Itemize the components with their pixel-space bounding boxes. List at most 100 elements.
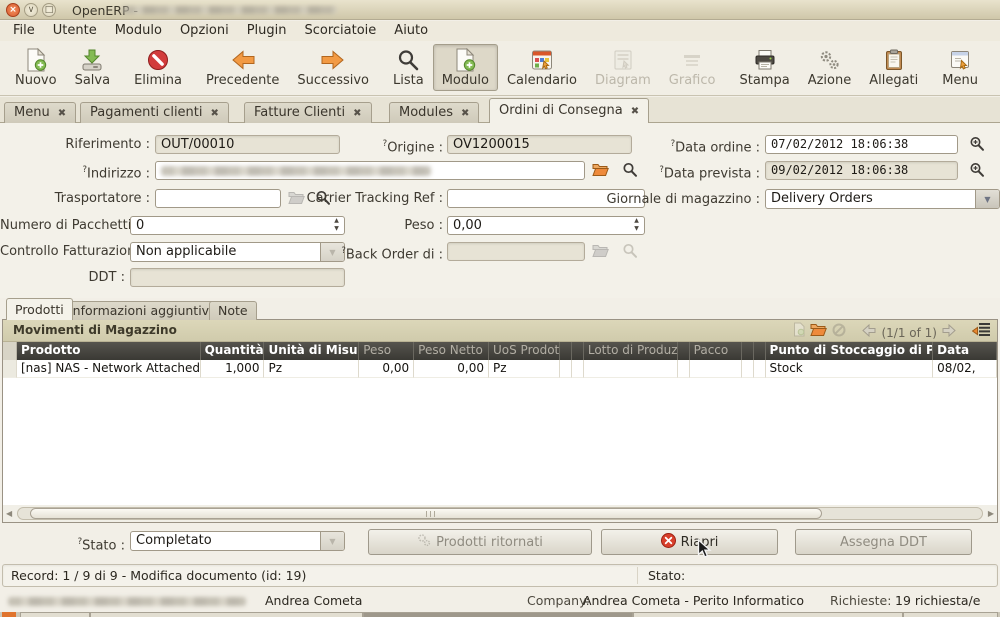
taskbar-window-button[interactable] [633,612,903,617]
scrollbar-trough[interactable] [17,507,983,520]
column-header-unita[interactable]: Unità di Misura [264,342,359,360]
column-header-peso-netto[interactable]: Peso Netto [414,342,489,360]
zoom-plus-icon[interactable] [969,162,985,182]
tab-close-icon[interactable]: ✖ [631,106,639,117]
window-close-icon[interactable]: × [6,3,20,17]
column-header-lotto[interactable]: Lotto di Produzione [584,342,678,360]
toolbar-button-calendario[interactable]: Calendario [498,44,586,91]
toolbar-button-elimina[interactable]: Elimina [125,44,191,91]
column-header-prodotto[interactable]: Prodotto [17,342,201,360]
menu-opzioni[interactable]: Opzioni [171,21,238,41]
tab-fatture-clienti[interactable]: Fatture Clienti ✖ [244,102,372,123]
list-open-folder-icon[interactable] [810,322,827,344]
menu-scorciatoie[interactable]: Scorciatoie [295,21,385,41]
menu-plugin[interactable]: Plugin [238,21,296,41]
tab-ordini-di-consegna[interactable]: Ordini di Consegna✖ [489,98,649,123]
scroll-left-icon[interactable]: ◀ [6,507,12,520]
tab-close-icon[interactable]: ✖ [58,108,66,119]
new-document-icon [25,47,47,73]
column-header-spacer [560,342,572,360]
column-header-punto-stoccaggio[interactable]: Punto di Stoccaggio di Provenienza [766,342,934,360]
toolbar-button-menu[interactable]: Menu [933,44,987,91]
list-title-bar: Movimenti di Magazzino (1/1 of 1) [3,320,997,342]
window-maximize-icon[interactable]: □ [42,3,56,17]
open-folder-icon[interactable] [592,162,609,181]
spin-down-icon[interactable]: ▼ [634,225,639,232]
peso-stepper[interactable]: 0,00 ▲▼ [447,216,645,235]
requests-label: Richieste: [830,593,891,609]
data-ordine-label: ?Data ordine : [615,135,760,157]
taskbar-window-button-active[interactable] [363,612,633,617]
scrollbar-thumb[interactable] [30,508,822,519]
data-ordine-field[interactable]: 07/02/2012 18:06:38 [765,135,958,154]
toolbar-button-label: Nuovo [15,73,57,88]
numero-pacchetti-stepper[interactable]: 0 ▲▼ [130,216,345,235]
taskbar-window-button[interactable] [903,612,998,617]
toolbar-button-ricarica[interactable]: Ricarica [993,44,1000,91]
toolbar-button-nuovo[interactable]: Nuovo [6,44,66,91]
trasportatore-field[interactable] [155,189,281,208]
notebook-tab-informazioni[interactable]: Informazioni aggiuntive [60,301,226,320]
notebook-tab-prodotti[interactable]: Prodotti [6,298,73,320]
toolbar-button-azione[interactable]: Azione [799,44,861,91]
horizontal-scrollbar[interactable]: ◀ ▶ [3,505,997,522]
tab-label: Fatture Clienti [254,105,345,120]
taskbar-launcher-icon[interactable] [2,612,16,617]
zoom-plus-icon[interactable] [969,136,985,156]
toolbar-button-salva[interactable]: Salva [66,44,120,91]
toolbar-button-precedente[interactable]: Precedente [197,44,288,91]
menu-file[interactable]: File [4,21,44,41]
toolbar-button-stampa[interactable]: Stampa [730,44,798,91]
toolbar-button-allegati[interactable]: Allegati [860,44,927,91]
cell-lotto [584,360,678,378]
spin-up-icon[interactable]: ▲ [634,217,639,224]
menu-aiuto[interactable]: Aiuto [385,21,437,41]
spinner-arrows-icon[interactable]: ▲▼ [631,217,642,234]
spin-up-icon[interactable]: ▲ [334,217,339,224]
indirizzo-label-text: Indirizzo : [87,166,150,181]
delivery-order-form: Riferimento : OUT/00010 ?Origine : OV120… [0,123,1000,298]
taskbar-window-button[interactable] [90,612,363,617]
menu-modulo[interactable]: Modulo [106,21,171,41]
column-header-quantita[interactable]: Quantità [201,342,265,360]
tab-close-icon[interactable]: ✖ [211,108,219,119]
assegna-ddt-button[interactable]: Assegna DDT [795,529,972,555]
indirizzo-field[interactable] [155,161,585,180]
spinner-arrows-icon[interactable]: ▲▼ [331,217,342,234]
toolbar-button-lista[interactable]: Lista [384,44,433,91]
tab-modules[interactable]: Modules ✖ [389,102,479,123]
tab-close-icon[interactable]: ✖ [353,108,361,119]
taskbar-window-button[interactable] [20,612,90,617]
riapri-button[interactable]: Riapri [601,529,778,555]
column-header-peso[interactable]: Peso [359,342,414,360]
column-header-pacco[interactable]: Pacco [690,342,742,360]
controllo-fatturazione-combo: Non applicabile ▼ [130,242,345,262]
stato-label-text: Stato : [82,538,125,553]
printer-icon [753,47,777,73]
toolbar-button-successivo[interactable]: Successivo [288,44,378,91]
cell-spacer [754,360,766,378]
menu-utente[interactable]: Utente [44,21,106,41]
scroll-right-icon[interactable]: ▶ [988,507,994,520]
tab-label: Modules [399,105,453,120]
notebook-tab-note[interactable]: Note [209,301,257,320]
toolbar-button-label: Elimina [134,73,182,88]
chevron-down-icon[interactable]: ▼ [975,190,999,208]
giornale-combo[interactable]: Delivery Orders ▼ [765,189,1000,209]
tab-close-icon[interactable]: ✖ [461,108,469,119]
table-row[interactable]: [nas] NAS - Network Attached Storage 1,0… [3,360,997,378]
column-header-data[interactable]: Data [933,342,997,360]
open-folder-icon-disabled [288,190,305,209]
toolbar: Nuovo Salva Elimina Precedente Successiv… [0,41,1000,96]
switch-view-icon[interactable] [972,322,991,344]
statusbar: Record: 1 / 9 di 9 - Modifica documento … [2,564,998,587]
cell-peso-netto: 0,00 [414,360,489,378]
tab-menu[interactable]: Menu✖ [4,102,76,123]
spin-down-icon[interactable]: ▼ [334,225,339,232]
back-order-field [447,242,585,261]
column-header-uos[interactable]: UoS Prodotto [489,342,560,360]
tab-pagamenti-clienti[interactable]: Pagamenti clienti✖ [80,102,229,123]
window-minimize-icon[interactable]: ∨ [24,3,38,17]
numero-pacchetti-value: 0 [136,217,144,234]
toolbar-button-modulo[interactable]: Modulo [433,44,498,91]
